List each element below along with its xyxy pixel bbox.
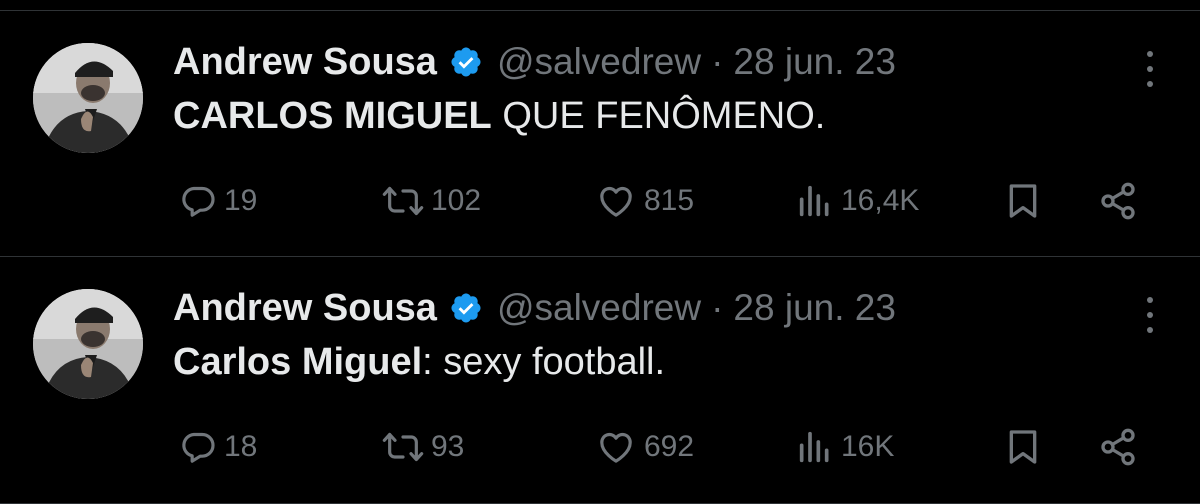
tweet-text-bold: CARLOS MIGUEL [173,95,492,137]
retweet-button[interactable]: 93 [381,425,464,469]
like-count: 815 [644,184,695,217]
like-button[interactable]: 815 [594,179,694,223]
heart-icon [600,187,632,217]
share-icon [1101,182,1135,220]
tweet-header: Andrew Sousa @salvedrew · 28 jun. 23 [173,285,896,331]
views-icon [799,431,829,463]
reply-button[interactable]: 18 [178,425,257,469]
reply-icon [182,186,215,217]
avatar[interactable] [33,43,143,153]
tweet-header: Andrew Sousa @salvedrew · 28 jun. 23 [173,39,896,85]
retweet-count: 93 [431,430,465,463]
retweet-button[interactable]: 102 [381,179,481,223]
tweet-text: Carlos Miguel: sexy football. [173,341,665,384]
views-count: 16,4K [841,184,920,217]
reply-button[interactable]: 19 [178,179,257,223]
like-button[interactable]: 692 [594,425,694,469]
reply-icon [182,432,215,463]
verified-badge-icon [449,291,483,325]
separator-dot: · [711,41,724,82]
bookmark-icon [1009,184,1037,218]
tweet-actions: 19 102 815 16,4K [173,179,1153,223]
views-button[interactable]: 16,4K [795,179,919,223]
bookmark-button[interactable] [1003,179,1049,223]
views-button[interactable]: 16K [795,425,894,469]
author-handle[interactable]: @salvedrew [497,41,701,83]
share-icon [1101,428,1135,466]
bookmark-button[interactable] [1003,425,1049,469]
verified-badge-icon [449,45,483,79]
reply-count: 18 [224,430,258,463]
share-button[interactable] [1098,179,1144,223]
tweet-text-rest: QUE FENÔMENO. [491,95,826,137]
more-options-icon[interactable] [1142,297,1158,333]
tweet-text-rest: : sexy football. [422,341,666,383]
author-name[interactable]: Andrew Sousa [173,41,437,84]
share-button[interactable] [1098,425,1144,469]
author-handle[interactable]: @salvedrew [497,287,701,329]
tweet-feed: Andrew Sousa @salvedrew · 28 jun. 23 CAR… [0,0,1200,504]
tweet-date[interactable]: 28 jun. 23 [733,287,896,329]
tweet-text-bold: Carlos Miguel [173,341,423,383]
tweet-actions: 18 93 692 16K [173,425,1153,469]
bookmark-icon [1009,430,1037,464]
author-name[interactable]: Andrew Sousa [173,287,437,330]
tweet[interactable]: Andrew Sousa @salvedrew · 28 jun. 23 CAR… [0,10,1200,257]
tweet-text: CARLOS MIGUEL QUE FENÔMENO. [173,95,825,138]
avatar[interactable] [33,289,143,399]
retweet-icon [382,186,424,216]
reply-count: 19 [224,184,258,217]
heart-icon [600,433,632,463]
retweet-icon [382,432,424,462]
tweet-date[interactable]: 28 jun. 23 [733,41,896,83]
like-count: 692 [644,430,695,463]
separator-dot: · [711,287,724,328]
retweet-count: 102 [431,184,482,217]
views-icon [799,185,829,217]
views-count: 16K [841,430,895,463]
more-options-icon[interactable] [1142,51,1158,87]
tweet[interactable]: Andrew Sousa @salvedrew · 28 jun. 23 Car… [0,256,1200,504]
